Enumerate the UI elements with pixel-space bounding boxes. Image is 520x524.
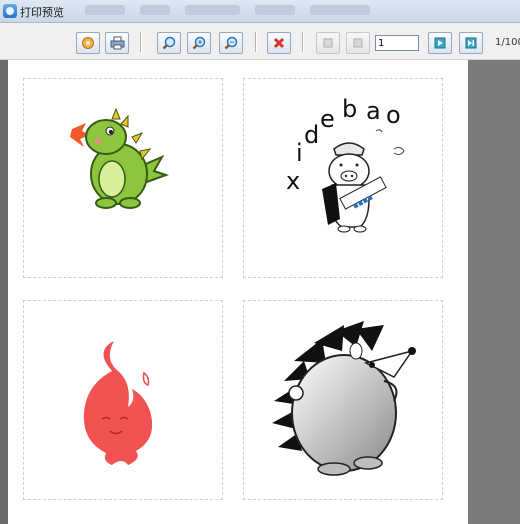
page-number-input[interactable] — [375, 35, 419, 51]
preview-left-margin — [0, 60, 8, 524]
title-blur — [185, 5, 240, 15]
zoom-in-icon — [192, 36, 206, 50]
label-cell — [23, 300, 223, 500]
preview-area[interactable]: x i d e b a o ▪▪▪▪ — [0, 60, 520, 524]
title-blur — [140, 5, 170, 15]
last-page-icon — [465, 37, 477, 49]
pig-text-i: i — [296, 139, 303, 167]
zoom-in-button[interactable] — [187, 32, 211, 54]
label-cell — [23, 78, 223, 278]
pig-text-d: d — [304, 121, 319, 149]
first-page-button[interactable] — [316, 32, 340, 54]
title-blur — [255, 5, 295, 15]
toolbar-separator — [302, 32, 304, 52]
close-button[interactable] — [267, 32, 291, 54]
printer-icon — [110, 36, 124, 50]
setup-button[interactable] — [76, 32, 100, 54]
window-title: 打印预览 — [20, 6, 64, 19]
zoom-out-icon — [224, 36, 238, 50]
preview-background — [468, 60, 520, 524]
flame-image — [83, 341, 153, 465]
settings-icon — [82, 37, 94, 49]
pig-text-b: b — [342, 95, 357, 123]
pig-text-a: a — [366, 97, 381, 125]
first-page-icon — [323, 38, 333, 48]
hedgehog-image — [272, 321, 416, 476]
title-bar: 打印预览 — [0, 0, 520, 23]
zoom-fit-button[interactable] — [157, 32, 181, 54]
pig-image: x i d e b a o ▪▪▪▪ — [286, 95, 405, 233]
toolbar-separator — [140, 32, 142, 52]
last-page-button[interactable] — [459, 32, 483, 54]
next-page-icon — [434, 37, 446, 49]
toolbar-separator — [255, 32, 257, 52]
title-blur — [310, 5, 370, 15]
print-button[interactable] — [105, 32, 129, 54]
print-page: x i d e b a o ▪▪▪▪ — [8, 60, 468, 524]
page-count: 1/100 — [495, 37, 520, 48]
pig-text-x: x — [286, 167, 300, 195]
label-cell — [243, 300, 443, 500]
close-icon — [273, 37, 285, 49]
zoom-out-button[interactable] — [219, 32, 243, 54]
next-page-button[interactable] — [428, 32, 452, 54]
dragon-image — [70, 107, 170, 209]
pig-text-e: e — [320, 105, 335, 133]
prev-page-button[interactable] — [346, 32, 370, 54]
label-cell: x i d e b a o ▪▪▪▪ — [243, 78, 443, 278]
title-blur — [85, 5, 125, 15]
app-icon — [3, 4, 17, 18]
toolbar: 1/100 — [0, 23, 520, 60]
prev-page-icon — [353, 38, 363, 48]
magnifier-icon — [162, 36, 176, 50]
pig-text-o: o — [386, 101, 401, 129]
